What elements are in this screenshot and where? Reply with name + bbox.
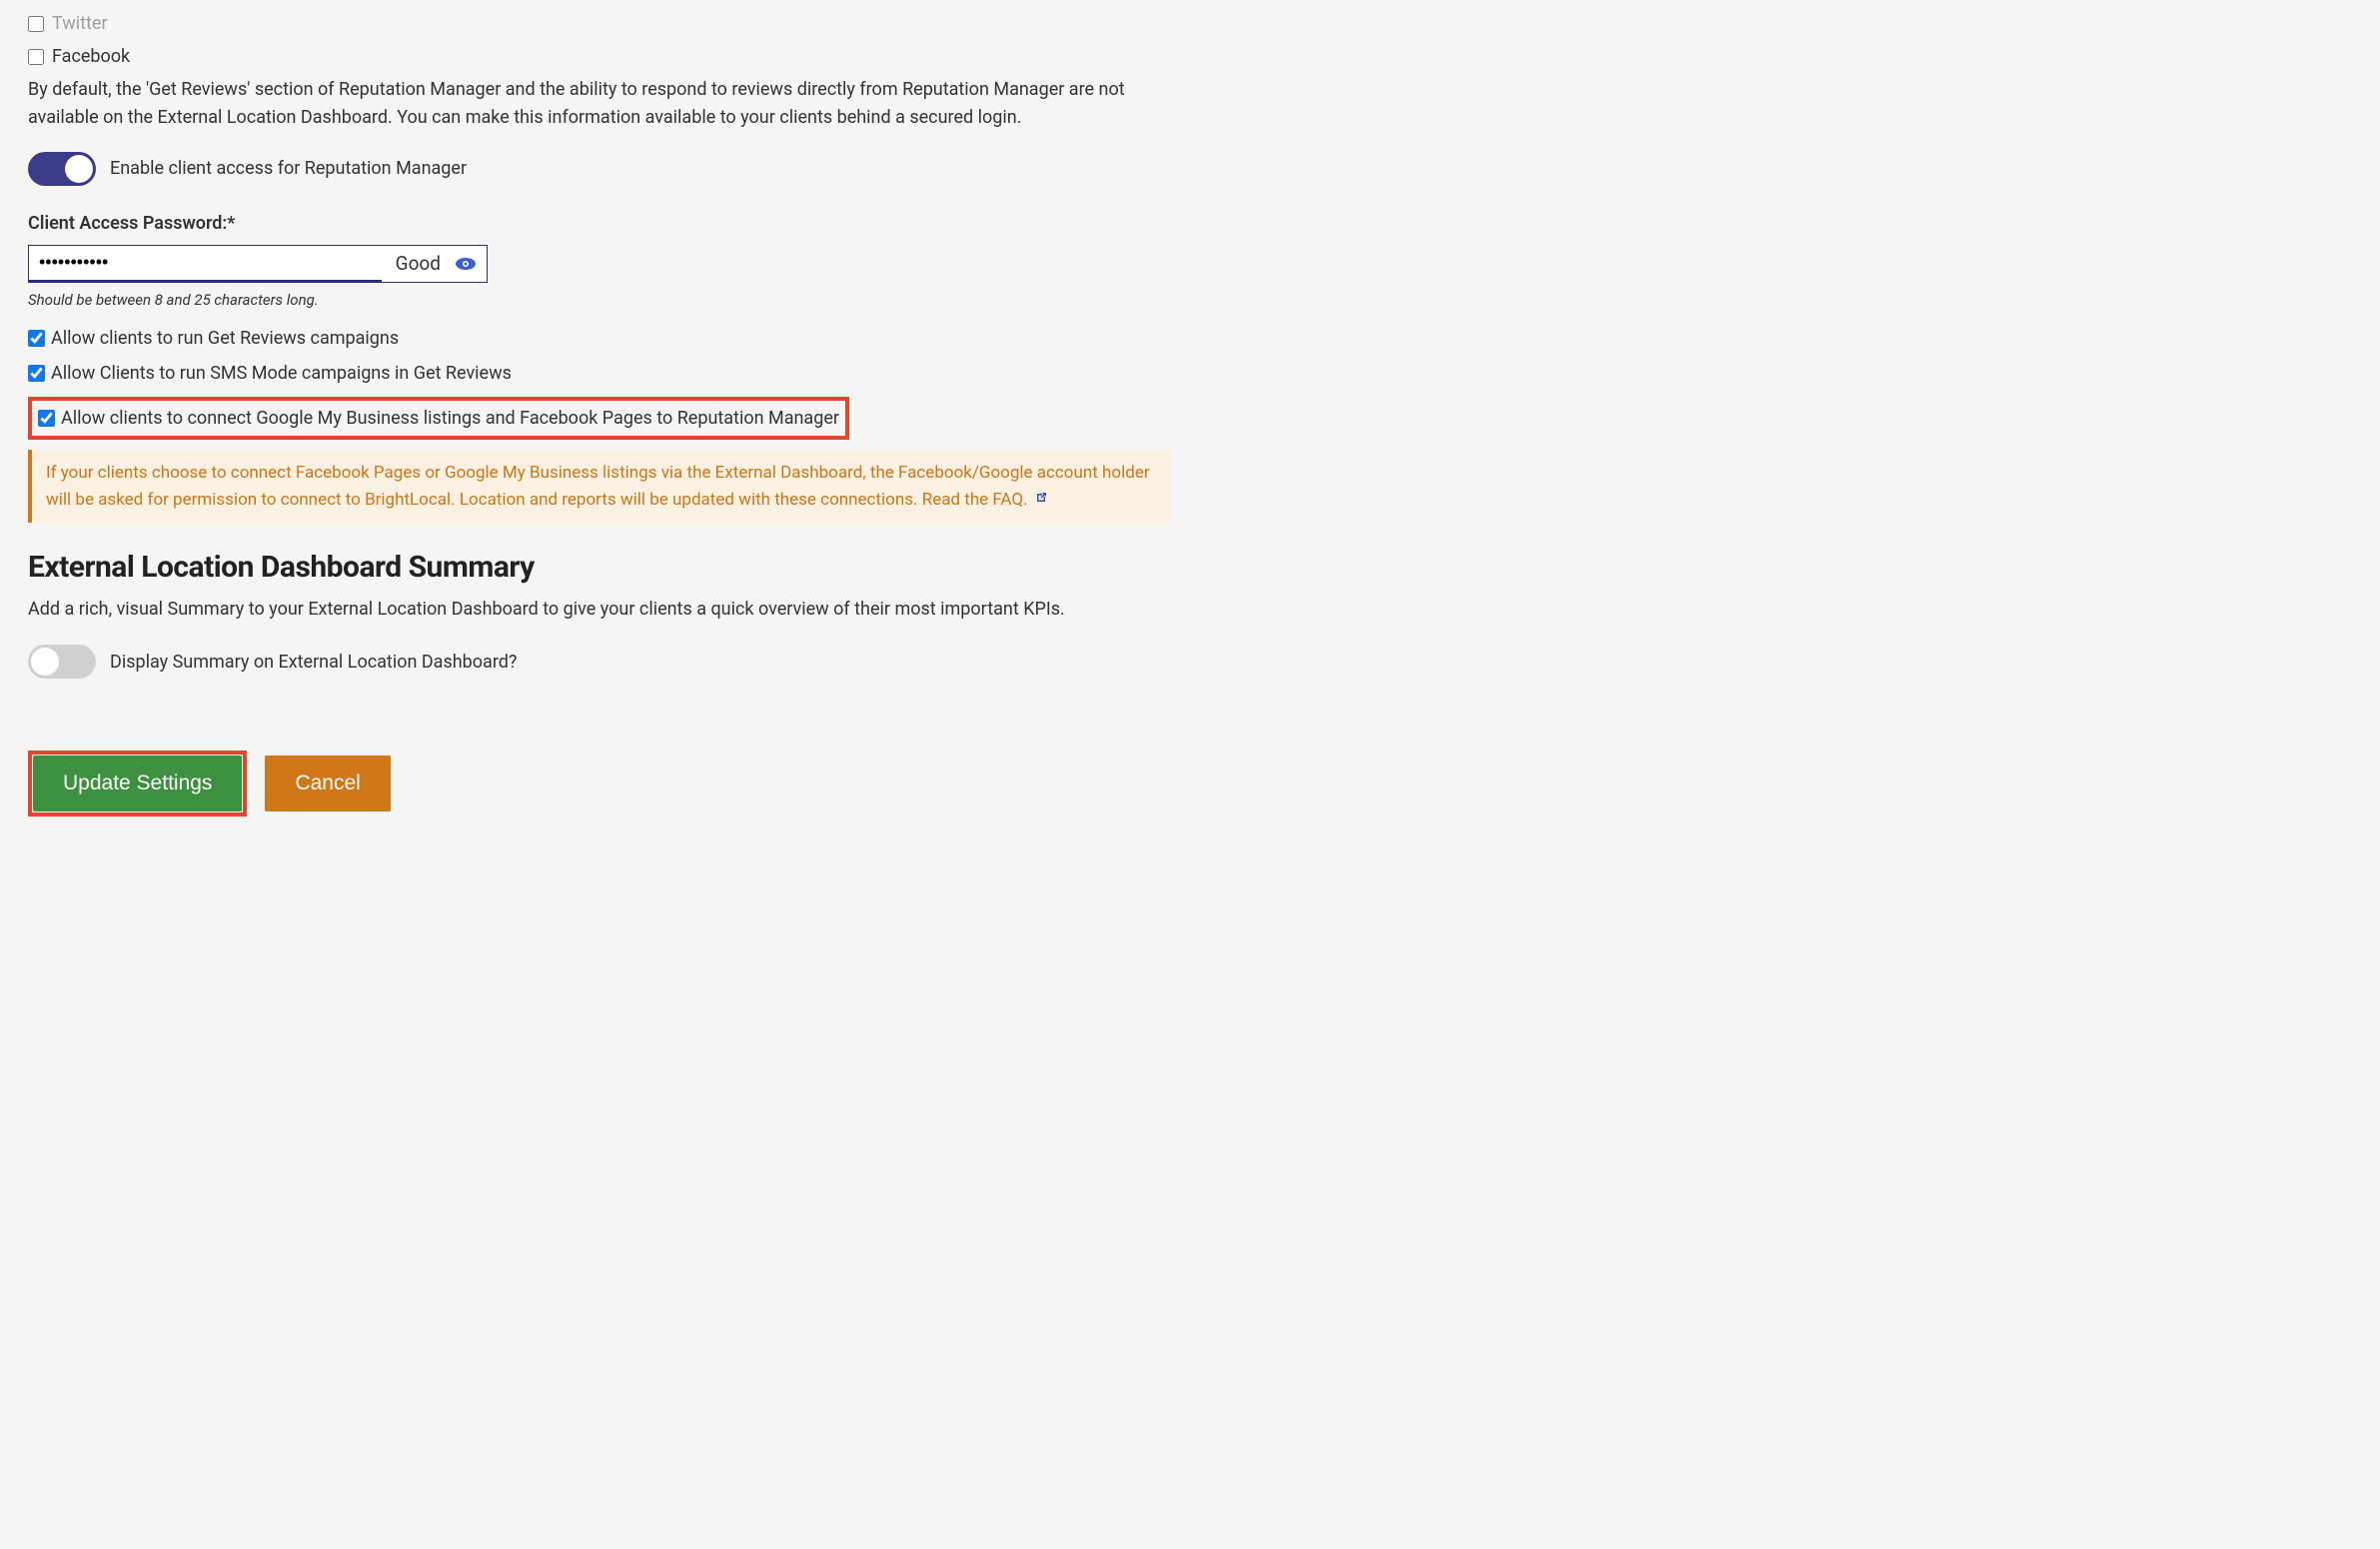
twitter-checkbox[interactable] [28,16,44,32]
summary-heading: External Location Dashboard Summary [28,545,1171,590]
external-link-icon [1034,487,1048,513]
option-3-label: Allow clients to connect Google My Busin… [61,405,839,432]
password-field-wrapper: Good [28,245,488,283]
option-1-row: Allow clients to run Get Reviews campaig… [28,325,1171,352]
twitter-checkbox-row: Twitter [28,10,1171,37]
toggle-knob [31,648,59,676]
update-settings-button[interactable]: Update Settings [33,756,242,811]
action-buttons: Update Settings Cancel [28,751,1171,816]
info-callout: If your clients choose to connect Facebo… [28,450,1171,523]
option-1-label: Allow clients to run Get Reviews campaig… [51,325,399,352]
option-3-checkbox[interactable] [38,410,55,427]
reputation-toggle-label: Enable client access for Reputation Mana… [110,155,467,182]
option-2-row: Allow Clients to run SMS Mode campaigns … [28,360,1171,387]
option-1-checkbox[interactable] [28,330,45,347]
highlighted-option-box: Allow clients to connect Google My Busin… [28,397,849,440]
toggle-knob [65,155,93,183]
summary-toggle-row: Display Summary on External Location Das… [28,645,1171,679]
reputation-description: By default, the 'Get Reviews' section of… [28,76,1171,132]
facebook-checkbox-row: Facebook [28,43,1171,70]
password-input[interactable] [29,246,382,282]
facebook-checkbox[interactable] [28,49,44,65]
option-2-label: Allow Clients to run SMS Mode campaigns … [51,360,512,387]
update-button-highlight: Update Settings [28,751,247,816]
password-label: Client Access Password:* [28,210,1171,237]
reputation-toggle-row: Enable client access for Reputation Mana… [28,152,1171,186]
faq-link[interactable]: Read the FAQ. [922,490,1028,510]
summary-toggle[interactable] [28,645,96,679]
option-2-checkbox[interactable] [28,365,45,382]
eye-icon[interactable] [451,257,487,271]
password-strength: Good [382,250,451,279]
reputation-toggle[interactable] [28,152,96,186]
summary-toggle-label: Display Summary on External Location Das… [110,649,517,676]
facebook-label: Facebook [52,43,130,70]
password-hint: Should be between 8 and 25 characters lo… [28,289,1171,312]
twitter-label: Twitter [52,10,108,37]
summary-description: Add a rich, visual Summary to your Exter… [28,596,1171,623]
cancel-button[interactable]: Cancel [265,756,390,811]
